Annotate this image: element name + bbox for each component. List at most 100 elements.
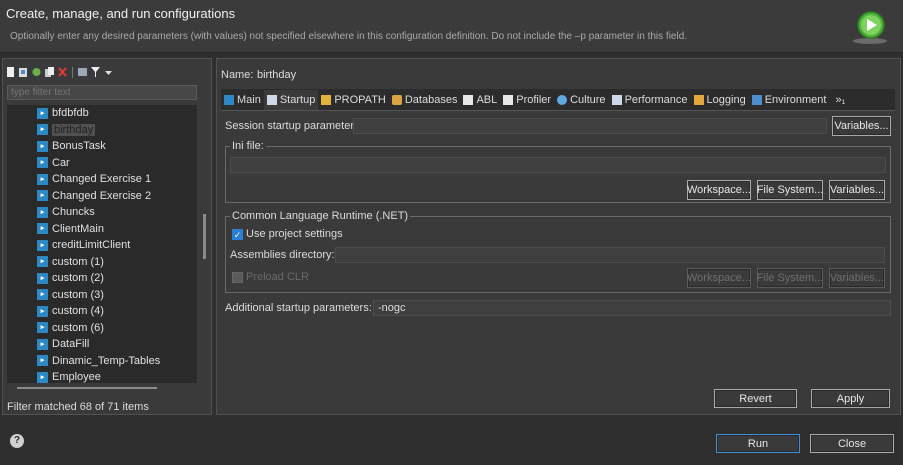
filter-input[interactable] xyxy=(7,85,197,100)
tree-item-label: Employee xyxy=(52,371,101,383)
run-configuration-icon xyxy=(851,9,889,45)
configurations-panel: ▸ bfdbfdb ▸ birthday ▸ BonusTask ▸ Car ▸ Chan… xyxy=(2,58,212,415)
tree-item-label: custom (2) xyxy=(52,272,104,284)
tabs-overflow-button[interactable]: »₁ xyxy=(829,94,845,106)
tree-item-label: Changed Exercise 1 xyxy=(52,173,152,185)
preload-clr-checkbox[interactable] xyxy=(232,272,243,283)
tab-startup[interactable]: Startup xyxy=(263,89,319,110)
tree-horizontal-scrollbar[interactable] xyxy=(17,387,157,389)
performance-tab-icon xyxy=(611,94,622,105)
tree-item[interactable]: ▸ Changed Exercise 1 xyxy=(37,171,151,187)
tree-item[interactable]: ▸ Employee xyxy=(37,369,101,383)
revert-button[interactable]: Revert xyxy=(714,389,797,408)
tree-item[interactable]: ▸ Dinamic_Temp-Tables xyxy=(37,353,160,369)
tree-item[interactable]: ▸ Changed Exercise 2 xyxy=(37,188,151,204)
new-prototype-icon[interactable] xyxy=(19,67,28,77)
ini-file-group: Ini file: Workspace... File System... Va… xyxy=(225,140,891,203)
toolbar-separator xyxy=(72,66,73,78)
collapse-all-icon[interactable] xyxy=(78,67,87,77)
ini-file-group-title: Ini file: xyxy=(230,140,266,152)
delete-icon[interactable] xyxy=(58,67,67,77)
config-icon: ▸ xyxy=(37,322,48,333)
tree-item-label: custom (3) xyxy=(52,288,104,301)
main-tab-icon xyxy=(224,94,234,105)
tree-item[interactable]: ▸ DataFill xyxy=(37,336,89,352)
ini-file-field[interactable] xyxy=(230,157,886,173)
additional-params-field[interactable]: -nogc xyxy=(373,300,891,316)
tree-item[interactable]: ▸ creditLimitClient xyxy=(37,237,130,253)
help-icon[interactable]: ? xyxy=(10,434,24,448)
tab-main[interactable]: Main xyxy=(221,90,264,110)
tree-item[interactable]: ▸ BonusTask xyxy=(37,138,106,154)
propath-tab-icon xyxy=(321,94,332,105)
tree-item[interactable]: ▸ custom (3) xyxy=(37,287,104,303)
config-icon: ▸ xyxy=(37,124,48,135)
run-button[interactable]: Run xyxy=(716,434,800,453)
tab-propath[interactable]: PROPATH xyxy=(318,90,389,110)
environment-tab-icon xyxy=(751,94,762,105)
tree-item[interactable]: ▸ custom (2) xyxy=(37,270,104,286)
ini-variables-button[interactable]: Variables... xyxy=(829,180,885,200)
tab-profiler[interactable]: Profiler xyxy=(500,90,554,110)
clr-workspace-button[interactable]: Workspace... xyxy=(687,268,751,288)
tree-item-label: DataFill xyxy=(52,338,90,350)
new-config-icon[interactable] xyxy=(6,67,15,77)
config-tabbar: Main Startup PROPATH Databases ABL Profi… xyxy=(221,89,895,111)
duplicate-icon[interactable] xyxy=(45,67,54,77)
filter-icon[interactable] xyxy=(91,67,100,77)
tree-item-label: bfdbfdb xyxy=(52,107,89,119)
dropdown-icon[interactable] xyxy=(104,67,113,77)
tree-item[interactable]: ▸ custom (1) xyxy=(37,254,104,270)
use-project-settings-checkbox[interactable]: ✓ xyxy=(232,229,243,240)
assemblies-directory-field[interactable] xyxy=(335,247,885,263)
logging-tab-icon xyxy=(693,94,704,105)
close-button[interactable]: Close xyxy=(810,434,894,453)
tree-item-label: Dinamic_Temp-Tables xyxy=(52,354,161,367)
profiler-tab-icon xyxy=(503,94,514,105)
ini-filesystem-button[interactable]: File System... xyxy=(757,180,823,200)
config-icon: ▸ xyxy=(37,289,48,300)
configurations-tree[interactable]: ▸ bfdbfdb ▸ birthday ▸ BonusTask ▸ Car ▸ Chan… xyxy=(7,105,197,383)
config-icon: ▸ xyxy=(37,239,48,251)
export-icon[interactable] xyxy=(32,67,41,77)
clr-variables-button[interactable]: Variables... xyxy=(829,268,885,288)
session-variables-button[interactable]: Variables... xyxy=(832,116,891,136)
tab-environment[interactable]: Environment xyxy=(749,90,830,110)
tree-item[interactable]: ▸ ClientMain xyxy=(37,221,104,237)
clr-group: Common Language Runtime (.NET) ✓ Use pro… xyxy=(225,210,891,293)
tab-abl[interactable]: ABL xyxy=(460,90,500,110)
culture-tab-icon xyxy=(557,94,568,105)
clr-filesystem-button[interactable]: File System... xyxy=(757,268,823,288)
name-label: Name: xyxy=(221,69,254,81)
session-startup-label: Session startup parameter: xyxy=(225,120,358,132)
clr-group-title: Common Language Runtime (.NET) xyxy=(230,210,411,222)
config-icon: ▸ xyxy=(37,190,48,201)
ini-workspace-button[interactable]: Workspace... xyxy=(687,180,751,200)
revert-label: Revert xyxy=(739,392,772,405)
config-icon: ▸ xyxy=(37,338,48,350)
tree-vertical-scrollbar[interactable] xyxy=(203,214,206,259)
apply-button[interactable]: Apply xyxy=(811,389,890,408)
tab-databases[interactable]: Databases xyxy=(389,90,461,110)
tree-horizontal-scrollbar-track[interactable] xyxy=(7,384,197,392)
tab-label: Performance xyxy=(624,93,688,106)
tree-item-label: custom (6) xyxy=(52,321,104,334)
tree-item[interactable]: ▸ custom (4) xyxy=(37,303,104,319)
tab-logging[interactable]: Logging xyxy=(691,90,749,110)
tree-item-label: custom (4) xyxy=(52,305,104,317)
config-icon: ▸ xyxy=(37,371,48,383)
tree-item[interactable]: ▸ bfdbfdb xyxy=(37,105,89,121)
assemblies-directory-label: Assemblies directory: xyxy=(230,249,335,261)
tree-item-selected[interactable]: ▸ birthday xyxy=(37,122,96,138)
tab-label: ABL xyxy=(476,93,498,106)
session-startup-field[interactable] xyxy=(353,118,827,134)
tree-item[interactable]: ▸ Chuncks xyxy=(37,204,95,220)
tree-item[interactable]: ▸ Car xyxy=(37,155,70,171)
tab-culture[interactable]: Culture xyxy=(554,90,608,110)
tab-label: Startup xyxy=(279,93,316,106)
name-value[interactable]: birthday xyxy=(257,69,296,81)
tab-performance[interactable]: Performance xyxy=(609,90,691,110)
tab-label: Environment xyxy=(764,93,827,106)
configurations-toolbar xyxy=(6,65,117,79)
tree-item[interactable]: ▸ custom (6) xyxy=(37,320,104,336)
